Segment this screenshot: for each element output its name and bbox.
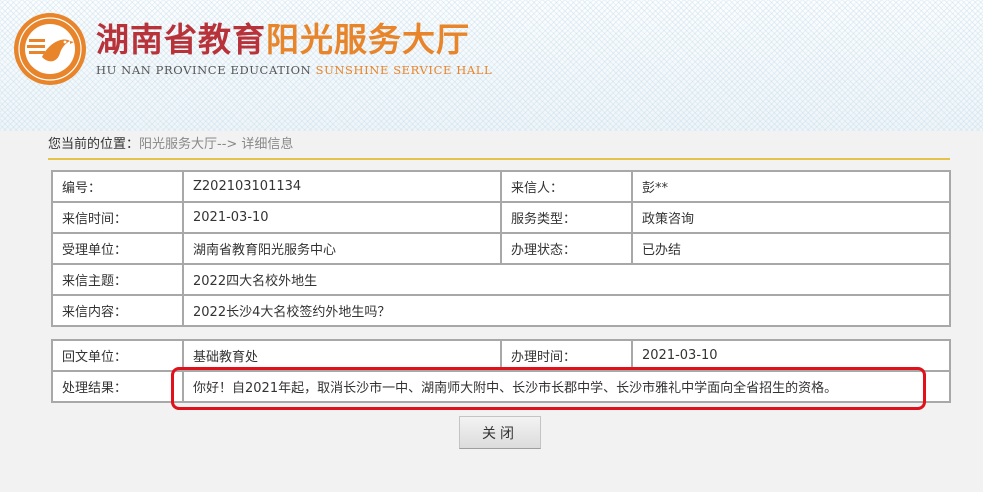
handle-time-value: 2021-03-10 (631, 339, 951, 372)
bird-sun-logo-icon (14, 13, 86, 85)
service-type-value: 政策咨询 (631, 201, 951, 234)
site-subtitle-part2: SUNSHINE SERVICE HALL (315, 63, 493, 77)
subject-value: 2022四大名校外地生 (182, 263, 951, 296)
table-row: 处理结果： 你好！自2021年起，取消长沙市一中、湖南师大附中、长沙市长郡中学、… (51, 370, 951, 403)
date-label: 来信时间： (51, 201, 184, 234)
table-row: 来信内容： 2022长沙4大名校签约外地生吗？ (51, 294, 951, 327)
site-title: 湖南省教育阳光服务大厅 (96, 20, 470, 60)
site-title-part2: 阳光服务大厅 (266, 20, 470, 59)
breadcrumb: 您当前的位置：阳光服务大厅--> 详细信息 (48, 136, 950, 160)
handle-time-label: 办理时间： (500, 339, 633, 372)
sender-label: 来信人： (500, 170, 633, 203)
service-type-label: 服务类型： (500, 201, 633, 234)
result-label: 处理结果： (51, 370, 184, 403)
content-value: 2022长沙4大名校签约外地生吗？ (182, 294, 951, 327)
close-button[interactable]: 关闭 (459, 416, 541, 449)
result-value: 你好！自2021年起，取消长沙市一中、湖南师大附中、长沙市长郡中学、长沙市雅礼中… (182, 370, 951, 403)
table-row: 受理单位： 湖南省教育阳光服务中心 办理状态： 已办结 (51, 232, 951, 265)
id-value: Z202103101134 (182, 170, 502, 203)
unit-value: 湖南省教育阳光服务中心 (182, 232, 502, 265)
table-row: 编号： Z202103101134 来信人： 彭** (51, 170, 951, 203)
site-header: 湖南省教育阳光服务大厅 HU NAN PROVINCE EDUCATION SU… (0, 0, 983, 131)
reply-table: 回文单位： 基础教育处 办理时间： 2021-03-10 处理结果： 你好！自2… (51, 339, 951, 403)
site-subtitle: HU NAN PROVINCE EDUCATION SUNSHINE SERVI… (96, 63, 492, 77)
reply-unit-value: 基础教育处 (182, 339, 502, 372)
site-subtitle-part1: HU NAN PROVINCE EDUCATION (96, 63, 312, 77)
breadcrumb-path[interactable]: 阳光服务大厅--> 详细信息 (139, 137, 293, 152)
breadcrumb-label: 您当前的位置： (48, 137, 140, 152)
table-row: 来信时间： 2021-03-10 服务类型： 政策咨询 (51, 201, 951, 234)
reply-unit-label: 回文单位： (51, 339, 184, 372)
date-value: 2021-03-10 (182, 201, 502, 234)
status-value: 已办结 (631, 232, 951, 265)
site-title-part1: 湖南省教育 (96, 20, 266, 59)
table-row: 回文单位： 基础教育处 办理时间： 2021-03-10 (51, 339, 951, 372)
table-row: 来信主题： 2022四大名校外地生 (51, 263, 951, 296)
content-label: 来信内容： (51, 294, 184, 327)
letter-details-table: 编号： Z202103101134 来信人： 彭** 来信时间： 2021-03… (51, 170, 951, 327)
subject-label: 来信主题： (51, 263, 184, 296)
unit-label: 受理单位： (51, 232, 184, 265)
sender-value: 彭** (631, 170, 951, 203)
id-label: 编号： (51, 170, 184, 203)
status-label: 办理状态： (500, 232, 633, 265)
